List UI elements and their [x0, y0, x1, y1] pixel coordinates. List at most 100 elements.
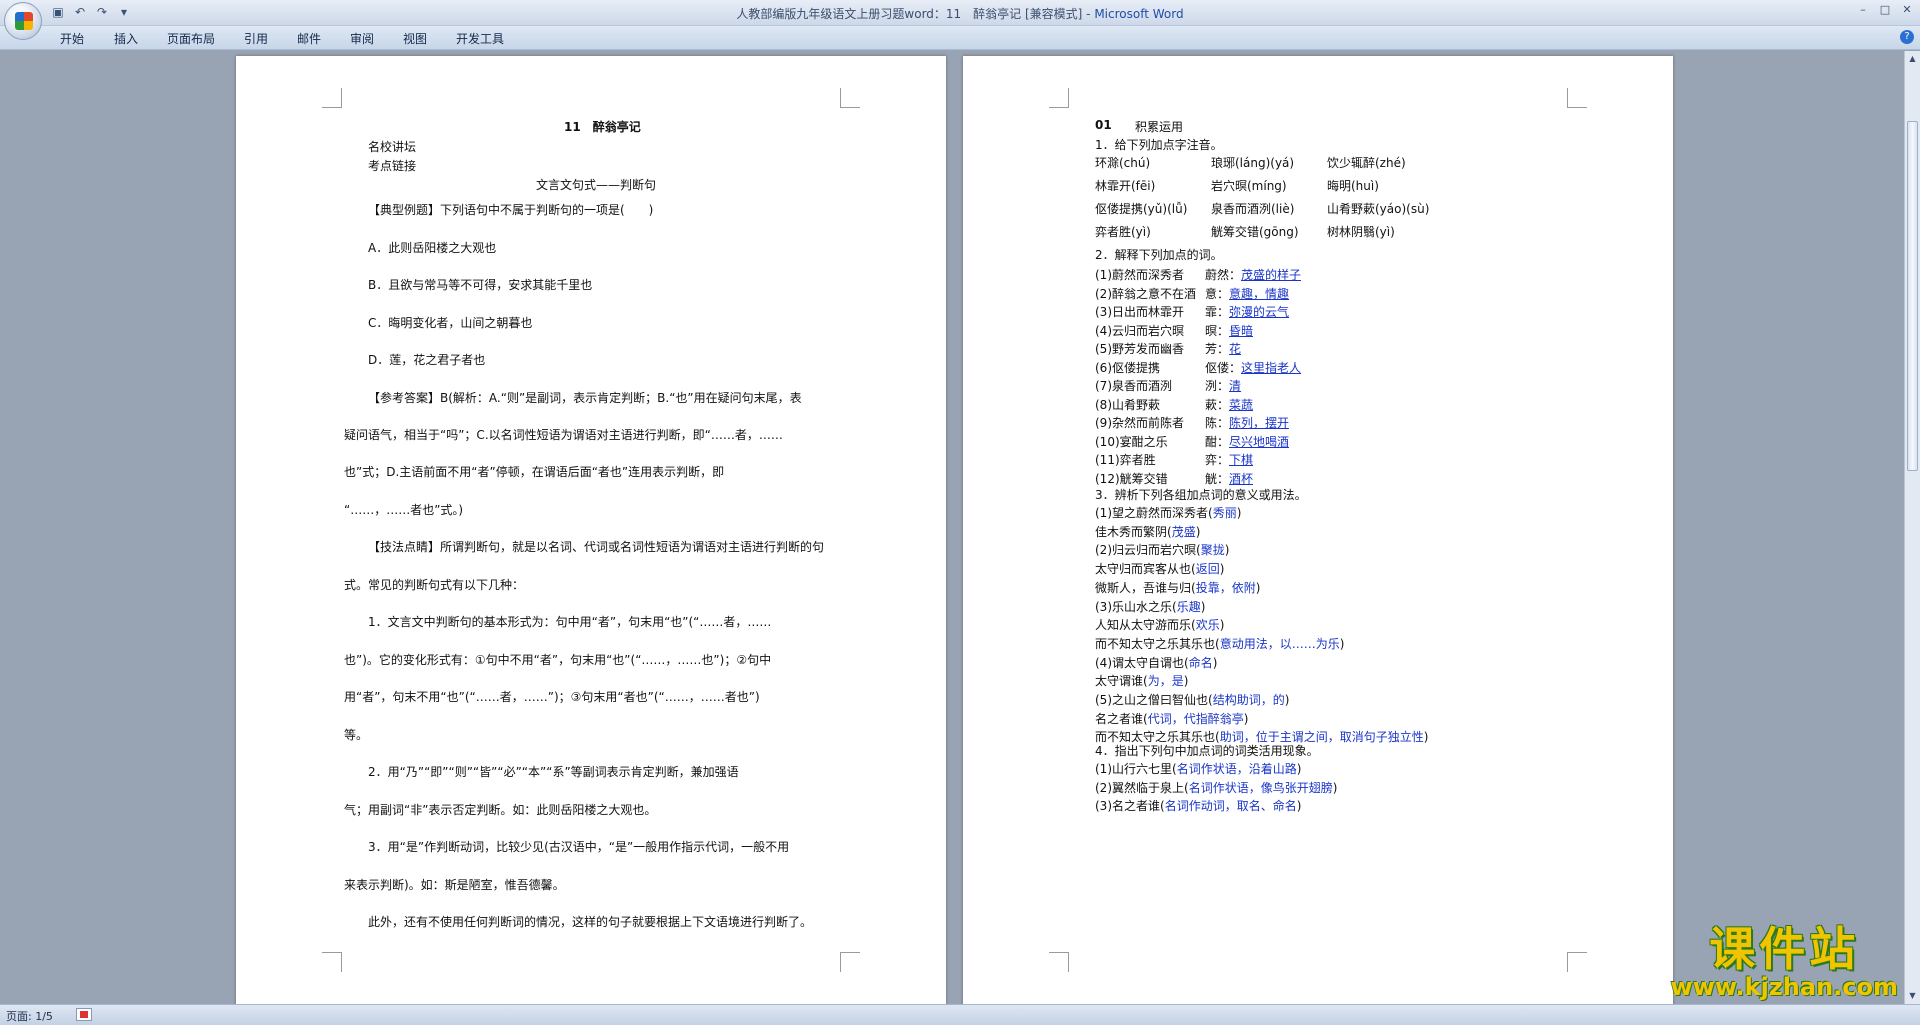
- q3-item-answer: 乐趣: [1176, 599, 1201, 614]
- document-title: 人教部编版九年级语文上册习题word：11 醉翁亭记 [兼容模式] -: [736, 7, 1095, 21]
- doc-line: 疑问语气，相当于“吗”；C.以名词性短语为谓语对主语进行判断，即“……者，……: [344, 428, 783, 442]
- q3-item-text: (5)之山之僧曰智仙也(: [1095, 693, 1213, 707]
- q3-item: 佳木秀而繁阴(茂盛): [1095, 523, 1200, 540]
- q3-item-text: 名之者谁(: [1095, 711, 1148, 726]
- q3-item-text: 太守归而宾客从也(: [1095, 562, 1196, 577]
- page-indicator[interactable]: 页面: 1/5: [6, 1008, 53, 1024]
- q3-item-close: ): [1284, 693, 1290, 707]
- q3-item: 而不知太守之乐其乐也(意动用法，以……为乐): [1095, 635, 1344, 652]
- doc-line: 【参考答案】B(解析：A.“则”是副词，表示肯定判断；B.“也”用在疑问句末尾，…: [368, 391, 802, 405]
- q4-item-close: ): [1296, 799, 1302, 814]
- doc-line: 此外，还有不使用任何判断词的情况，这样的句子就要根据上下文语境进行判断了。: [368, 915, 813, 929]
- q2-term: (9)杂然而前陈者: [1095, 416, 1184, 430]
- document-area[interactable]: 11 醉翁亭记 名校讲坛 考点链接 文言文句式——判断句 【典型例题】下列语句中…: [0, 51, 1904, 1004]
- margin-corner: [840, 88, 860, 108]
- pinyin-item: 树林阴翳(yì): [1327, 225, 1395, 239]
- tab-insert[interactable]: 插入: [114, 30, 138, 47]
- app-name: Microsoft Word: [1094, 7, 1184, 21]
- vertical-scrollbar[interactable]: ▲ ▼: [1904, 51, 1920, 1004]
- q3-item: (5)之山之僧曰智仙也(结构助词，的): [1095, 691, 1289, 708]
- doc-line: 也”式；D.主语前面不用“者”停顿，在谓语后面“者也”连用表示判断，即: [344, 465, 725, 479]
- q2-answer: 茂盛的样子: [1241, 268, 1302, 282]
- tab-developer[interactable]: 开发工具: [456, 30, 504, 47]
- pinyin-item: 环滁(chú): [1095, 156, 1151, 170]
- pinyin-item: 泉香而酒洌(liè): [1211, 202, 1295, 216]
- tab-review[interactable]: 审阅: [350, 30, 374, 47]
- q3-item-text: (2)归云归而岩穴暝(: [1095, 543, 1201, 558]
- q3-item: 太守归而宾客从也(返回): [1095, 560, 1224, 577]
- office-button[interactable]: [4, 2, 42, 40]
- q2-answer: 意趣，情趣: [1229, 286, 1290, 301]
- q2-answer: 这里指老人: [1241, 360, 1302, 375]
- q3-item-answer: 茂盛: [1171, 524, 1196, 539]
- q3-item-close: ): [1339, 636, 1345, 651]
- q3-item-close: ): [1423, 730, 1429, 745]
- q3-item-answer: 欢乐: [1195, 618, 1220, 633]
- q2-word: 洌：: [1205, 379, 1230, 393]
- q2-word: 陈：: [1205, 416, 1230, 430]
- doc-line: 3．用“是”作判断动词，比较少见(古汉语中，“是”一般用作指示代词，一般不用: [368, 840, 790, 854]
- doc-line: 【典型例题】下列语句中不属于判断句的一项是( ): [368, 203, 654, 217]
- scroll-up-icon[interactable]: ▲: [1907, 53, 1918, 65]
- q3-item-answer: 秀丽: [1212, 506, 1237, 520]
- q2-word: 弈：: [1205, 453, 1230, 467]
- scrollbar-thumb[interactable]: [1907, 121, 1918, 471]
- question-3: 3．辨析下列各组加点词的意义或用法。: [1095, 488, 1307, 502]
- q3-item-close: ): [1255, 580, 1261, 595]
- q2-word: 觥：: [1205, 471, 1230, 486]
- q3-item-answer: 代词，代指醉翁亭: [1147, 711, 1244, 726]
- margin-corner: [322, 88, 342, 108]
- q2-term: (8)山肴野蔌: [1095, 397, 1160, 412]
- q3-item-text: (4)谓太守自谓也(: [1095, 655, 1189, 670]
- q4-item-text: (2)翼然临于泉上(: [1095, 780, 1189, 795]
- document-page-1[interactable]: 11 醉翁亭记 名校讲坛 考点链接 文言文句式——判断句 【典型例题】下列语句中…: [236, 56, 946, 1004]
- question-1: 1．给下列加点字注音。: [1095, 138, 1223, 152]
- scroll-down-icon[interactable]: ▼: [1907, 990, 1918, 1002]
- ribbon-tabs: 开始 插入 页面布局 引用 邮件 审阅 视图 开发工具 ?: [0, 26, 1920, 50]
- q2-word: 伛偻：: [1205, 360, 1242, 375]
- margin-corner: [322, 952, 342, 972]
- maximize-icon[interactable]: □: [1878, 3, 1892, 16]
- tab-home[interactable]: 开始: [60, 30, 84, 47]
- doc-line: 1．文言文中判断句的基本形式为：句中用“者”，句末用“也”(“……者，……: [368, 615, 772, 629]
- q3-item-close: ): [1195, 524, 1201, 539]
- pinyin-item: 晦明(huì): [1327, 179, 1379, 193]
- q4-item-answer: 名词作动词，取名、命名: [1164, 799, 1297, 814]
- doc-line: 考点链接: [368, 159, 417, 173]
- q3-item-text: 太守谓谁(: [1095, 674, 1148, 689]
- doc-line: 气；用副词“非”表示否定判断。如：此则岳阳楼之大观也。: [344, 803, 657, 817]
- doc-line: B．且欲与常马等不可得，安求其能千里也: [368, 278, 593, 292]
- q4-item: (2)翼然临于泉上(名词作状语，像鸟张开翅膀): [1095, 779, 1337, 796]
- pinyin-item: 岩穴暝(míng): [1211, 179, 1287, 193]
- proofing-icon[interactable]: [76, 1008, 92, 1021]
- margin-corner: [1049, 88, 1069, 108]
- watermark-url: www.kjzhan.com: [1670, 973, 1898, 1001]
- q2-answer: 下棋: [1229, 453, 1254, 467]
- margin-corner: [1567, 88, 1587, 108]
- q2-answer: 陈列，摆开: [1229, 416, 1290, 430]
- tab-page-layout[interactable]: 页面布局: [167, 30, 215, 47]
- tab-view[interactable]: 视图: [403, 30, 427, 47]
- tab-mailings[interactable]: 邮件: [297, 30, 321, 47]
- q3-item-close: ): [1183, 674, 1189, 689]
- q4-item-text: (3)名之者谁(: [1095, 799, 1165, 814]
- title-bar: ▣ ↶ ↷ ▾ 人教部编版九年级语文上册习题word：11 醉翁亭记 [兼容模式…: [0, 0, 1920, 26]
- minimize-icon[interactable]: –: [1856, 3, 1870, 16]
- q3-item-answer: 命名: [1188, 655, 1213, 670]
- doc-line: D．莲，花之君子者也: [368, 353, 486, 367]
- document-page-2[interactable]: 01 积累运用 1．给下列加点字注音。 环滁(chú) 琅琊(láng)(yá) 饮…: [963, 56, 1673, 1004]
- q3-item: 人知从太守游而乐(欢乐): [1095, 616, 1224, 633]
- q3-item-text: 微斯人，吾谁与归(: [1095, 580, 1196, 595]
- q2-answer: 清: [1229, 379, 1242, 393]
- doc-line: 等。: [344, 728, 369, 742]
- doc-line: 2．用“乃”“即”“则”“皆”“必”“本”“系”等副词表示肯定判断，兼加强语: [368, 765, 739, 779]
- q3-item-answer: 意动用法，以……为乐: [1219, 636, 1340, 651]
- help-icon[interactable]: ?: [1900, 30, 1914, 44]
- close-icon[interactable]: ✕: [1900, 3, 1914, 16]
- section-number: 01: [1095, 118, 1112, 132]
- doc-line: 用“者”，句末不用“也”(“……者，……”)；③句末用“者也”(“……，……者也…: [344, 690, 760, 704]
- watermark-logo: 课件站 www.kjzhan.com: [1671, 913, 1898, 1001]
- tab-references[interactable]: 引用: [244, 30, 268, 47]
- q2-answer: 花: [1229, 342, 1242, 356]
- q3-item-close: ): [1200, 599, 1206, 614]
